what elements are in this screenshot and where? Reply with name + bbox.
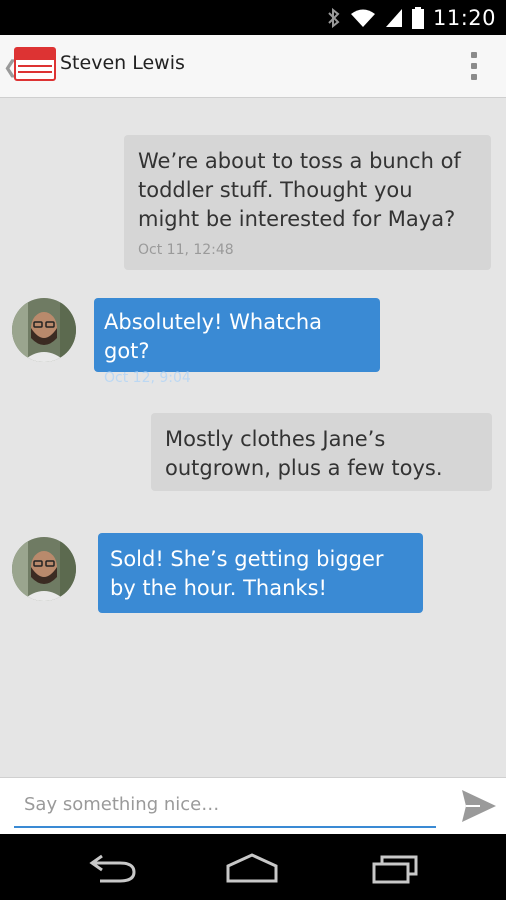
action-bar: ❮ Steven Lewis (0, 35, 506, 98)
message-text: We’re about to toss a bunch of toddler s… (138, 149, 461, 231)
overflow-menu-icon[interactable] (470, 52, 478, 80)
conversation-title: Steven Lewis (60, 52, 185, 74)
app-logo-icon[interactable] (14, 47, 56, 81)
message-text: Sold! She’s getting bigger by the hour. … (110, 547, 384, 600)
status-time: 11:20 (432, 6, 496, 30)
contact-avatar[interactable] (12, 537, 76, 601)
home-icon[interactable] (224, 850, 280, 886)
status-bar: 11:20 (0, 0, 506, 35)
message-time: Oct 12, 9:04 (104, 370, 191, 386)
status-icons: 11:20 (327, 4, 496, 32)
message-bubble-outgoing[interactable]: We’re about to toss a bunch of toddler s… (124, 135, 491, 270)
message-bubble-outgoing[interactable]: Mostly clothes Jane’s outgrown, plus a f… (151, 413, 492, 491)
message-bubble-incoming[interactable]: Absolutely! Whatcha got? Oct 12, 9:04 (94, 298, 380, 386)
message-time: Oct 11, 12:48 (138, 242, 234, 258)
message-text: Absolutely! Whatcha got? (104, 310, 323, 363)
back-icon[interactable] (88, 850, 138, 886)
bluetooth-icon (328, 7, 340, 29)
message-bubble-incoming[interactable]: Sold! She’s getting bigger by the hour. … (98, 533, 423, 613)
contact-avatar[interactable] (12, 298, 76, 362)
battery-icon (411, 7, 424, 29)
navigation-bar (0, 834, 506, 900)
message-input[interactable] (14, 782, 436, 828)
signal-icon (385, 9, 402, 27)
send-icon[interactable] (460, 788, 498, 824)
recents-icon[interactable] (370, 850, 420, 886)
wifi-icon (350, 9, 375, 27)
message-composer (0, 777, 506, 834)
message-text: Mostly clothes Jane’s outgrown, plus a f… (165, 427, 443, 480)
